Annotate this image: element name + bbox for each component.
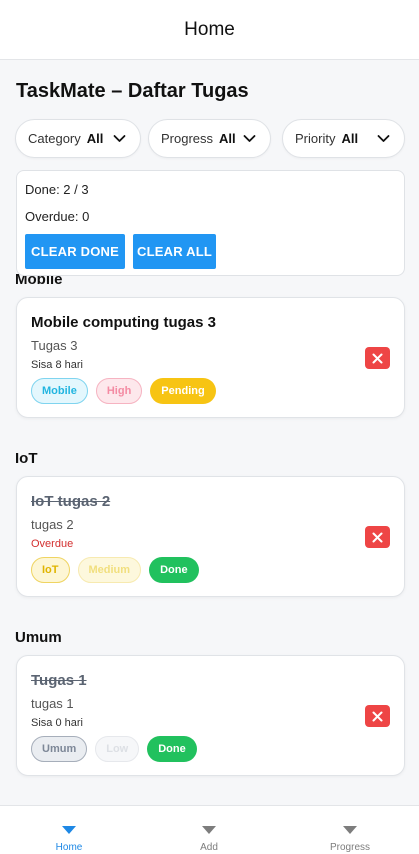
chevron-down-icon (113, 135, 126, 142)
clear-all-button[interactable]: CLEAR ALL (133, 234, 216, 269)
filter-bar: Category All Progress All Priority All (15, 119, 405, 159)
filter-value: All (341, 131, 359, 146)
task-tags: IoT Medium Done (31, 557, 199, 583)
chevron-down-icon (243, 135, 256, 142)
clear-done-button[interactable]: CLEAR DONE (25, 234, 125, 269)
task-due: Sisa 8 hari (31, 359, 83, 371)
task-title: IoT tugas 2 (31, 493, 111, 510)
priority-tag: Low (95, 736, 140, 762)
task-tags: Umum Low Done (31, 736, 197, 762)
task-due: Sisa 0 hari (31, 717, 83, 729)
bottom-navigation: Home Add Progress (0, 805, 419, 854)
filter-label: Progress (161, 131, 214, 146)
task-title: Tugas 1 (31, 672, 87, 689)
progress-tab-icon (343, 826, 357, 834)
page-title: TaskMate – Daftar Tugas (16, 80, 249, 102)
section-title-iot: IoT (15, 450, 38, 467)
category-filter-dropdown[interactable]: Category All (15, 119, 141, 158)
priority-tag: High (95, 378, 143, 404)
task-due: Overdue (31, 538, 74, 550)
task-card[interactable]: Tugas 1 tugas 1 Sisa 0 hari Umum Low Don… (16, 655, 405, 776)
filter-value: All (86, 131, 104, 146)
tab-add[interactable]: Add (169, 806, 249, 854)
close-icon (372, 353, 383, 363)
overdue-count: Overdue: 0 (25, 209, 90, 224)
task-description: tugas 1 (31, 696, 74, 711)
app-bar-title: Home (184, 18, 235, 40)
task-card[interactable]: Mobile computing tugas 3 Tugas 3 Sisa 8 … (16, 297, 405, 418)
category-tag: IoT (31, 557, 70, 583)
app-bar: Home (0, 0, 419, 60)
category-tag: Mobile (31, 378, 88, 404)
category-tag: Umum (31, 736, 88, 762)
tab-progress[interactable]: Progress (310, 806, 390, 854)
close-icon (372, 711, 383, 721)
status-tag[interactable]: Done (149, 557, 199, 583)
status-tag[interactable]: Pending (150, 378, 216, 404)
filter-label: Category (28, 131, 81, 146)
delete-button[interactable] (365, 347, 390, 369)
home-tab-icon (62, 826, 76, 834)
delete-button[interactable] (365, 526, 390, 548)
task-tags: Mobile High Pending (31, 378, 216, 404)
tab-label: Add (200, 842, 218, 853)
add-tab-icon (202, 826, 216, 834)
tab-label: Progress (329, 842, 370, 853)
close-icon (372, 532, 383, 542)
task-title: Mobile computing tugas 3 (31, 314, 217, 331)
progress-filter-dropdown[interactable]: Progress All (148, 119, 271, 158)
done-count: Done: 2 / 3 (25, 182, 89, 197)
delete-button[interactable] (365, 705, 390, 727)
section-title-umum: Umum (15, 629, 62, 646)
filter-label: Priority (295, 131, 336, 146)
tab-home[interactable]: Home (29, 806, 109, 854)
summary-panel: Done: 2 / 3 Overdue: 0 CLEAR DONE CLEAR … (16, 170, 405, 276)
tab-label: Home (55, 842, 83, 853)
priority-filter-dropdown[interactable]: Priority All (282, 119, 405, 158)
status-tag[interactable]: Done (147, 736, 197, 762)
priority-tag: Medium (77, 557, 142, 583)
task-card[interactable]: IoT tugas 2 tugas 2 Overdue IoT Medium D… (16, 476, 405, 597)
chevron-down-icon (377, 135, 390, 142)
task-description: tugas 2 (31, 517, 74, 532)
task-description: Tugas 3 (31, 338, 78, 353)
filter-value: All (219, 131, 236, 146)
